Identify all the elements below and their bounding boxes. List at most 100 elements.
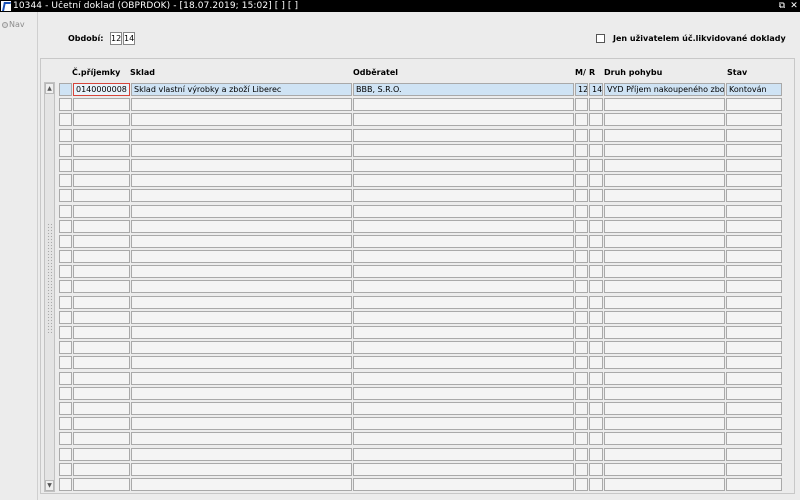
cell-month[interactable]	[575, 113, 588, 127]
cell-status[interactable]	[726, 371, 782, 385]
column-header-receipt-number[interactable]: Č.příjemky	[72, 68, 120, 77]
cell-month[interactable]	[575, 401, 588, 415]
cell-customer[interactable]	[353, 128, 574, 142]
cell-status[interactable]	[726, 219, 782, 233]
cell-receipt-number[interactable]	[73, 310, 130, 324]
cell-receipt-number[interactable]	[73, 128, 130, 142]
cell-warehouse[interactable]	[131, 174, 352, 188]
cell-month[interactable]	[575, 158, 588, 172]
cell-year[interactable]: 14	[589, 83, 603, 96]
cell-movement-type[interactable]	[604, 113, 725, 127]
cell-movement-type[interactable]	[604, 386, 725, 400]
cell-month[interactable]	[575, 204, 588, 218]
cell-movement-type[interactable]	[604, 128, 725, 142]
cell-customer[interactable]	[353, 204, 574, 218]
cell-receipt-number[interactable]	[73, 417, 130, 431]
cell-month[interactable]	[575, 219, 588, 233]
cell-receipt-number[interactable]	[73, 250, 130, 264]
cell-movement-type[interactable]	[604, 265, 725, 279]
restore-window-button[interactable]: ⧉	[776, 0, 788, 12]
cell-warehouse[interactable]	[131, 219, 352, 233]
cell-month[interactable]	[575, 174, 588, 188]
cell-status[interactable]	[726, 174, 782, 188]
cell-warehouse[interactable]	[131, 371, 352, 385]
cell-receipt-number[interactable]	[73, 477, 130, 491]
cell-year[interactable]	[589, 477, 603, 491]
cell-warehouse[interactable]	[131, 158, 352, 172]
cell-status[interactable]	[726, 447, 782, 461]
cell-receipt-number[interactable]	[73, 189, 130, 203]
cell-warehouse[interactable]	[131, 417, 352, 431]
cell-customer[interactable]	[353, 219, 574, 233]
cell-year[interactable]	[589, 417, 603, 431]
cell-year[interactable]	[589, 326, 603, 339]
cell-customer[interactable]	[353, 477, 574, 491]
cell-month[interactable]	[575, 417, 588, 431]
cell-month[interactable]	[575, 462, 588, 476]
cell-warehouse[interactable]	[131, 462, 352, 476]
cell-customer[interactable]	[353, 401, 574, 415]
row-selector[interactable]	[59, 158, 72, 172]
cell-receipt-number[interactable]	[73, 341, 130, 355]
cell-status[interactable]	[726, 477, 782, 491]
cell-receipt-number[interactable]	[73, 265, 130, 279]
cell-month[interactable]	[575, 234, 588, 248]
row-selector[interactable]	[59, 356, 72, 370]
cell-month[interactable]	[575, 447, 588, 461]
cell-movement-type[interactable]	[604, 219, 725, 233]
row-selector[interactable]	[59, 477, 72, 491]
cell-movement-type[interactable]	[604, 143, 725, 157]
row-selector[interactable]	[59, 462, 72, 476]
cell-month[interactable]	[575, 341, 588, 355]
row-selector[interactable]	[59, 447, 72, 461]
cell-month[interactable]	[575, 265, 588, 279]
cell-customer[interactable]	[353, 113, 574, 127]
cell-customer[interactable]	[353, 326, 574, 339]
period-year-field[interactable]: 14	[123, 32, 135, 45]
cell-customer[interactable]: BBB, S.R.O.	[353, 83, 574, 96]
cell-customer[interactable]	[353, 341, 574, 355]
cell-movement-type[interactable]	[604, 447, 725, 461]
scroll-down-icon[interactable]: ▼	[45, 480, 54, 491]
cell-customer[interactable]	[353, 280, 574, 294]
cell-movement-type[interactable]	[604, 477, 725, 491]
cell-warehouse[interactable]	[131, 265, 352, 279]
row-selector[interactable]	[59, 432, 72, 446]
cell-customer[interactable]	[353, 158, 574, 172]
cell-movement-type[interactable]	[604, 341, 725, 355]
cell-receipt-number[interactable]: 0140000008	[73, 83, 130, 96]
cell-year[interactable]	[589, 174, 603, 188]
cell-status[interactable]	[726, 432, 782, 446]
cell-month[interactable]	[575, 310, 588, 324]
only-user-checkbox[interactable]	[596, 34, 605, 43]
cell-warehouse[interactable]	[131, 447, 352, 461]
cell-status[interactable]	[726, 234, 782, 248]
cell-receipt-number[interactable]	[73, 158, 130, 172]
cell-movement-type[interactable]	[604, 174, 725, 188]
cell-month[interactable]	[575, 250, 588, 264]
row-selector[interactable]	[59, 386, 72, 400]
cell-warehouse[interactable]	[131, 356, 352, 370]
cell-status[interactable]	[726, 386, 782, 400]
cell-warehouse[interactable]	[131, 326, 352, 339]
cell-customer[interactable]	[353, 371, 574, 385]
cell-status[interactable]	[726, 250, 782, 264]
cell-movement-type[interactable]	[604, 250, 725, 264]
column-header-warehouse[interactable]: Sklad	[130, 68, 155, 77]
cell-year[interactable]	[589, 98, 603, 112]
cell-warehouse[interactable]	[131, 432, 352, 446]
cell-year[interactable]	[589, 401, 603, 415]
cell-warehouse[interactable]	[131, 295, 352, 309]
cell-warehouse[interactable]	[131, 280, 352, 294]
cell-warehouse[interactable]	[131, 250, 352, 264]
cell-month[interactable]	[575, 189, 588, 203]
cell-status[interactable]	[726, 113, 782, 127]
cell-year[interactable]	[589, 143, 603, 157]
row-selector[interactable]	[59, 143, 72, 157]
period-month-field[interactable]: 12	[110, 32, 122, 45]
row-selector[interactable]	[59, 310, 72, 324]
cell-warehouse[interactable]	[131, 189, 352, 203]
cell-warehouse[interactable]: Sklad vlastní výrobky a zboží Liberec	[131, 83, 352, 96]
cell-year[interactable]	[589, 432, 603, 446]
cell-month[interactable]	[575, 295, 588, 309]
